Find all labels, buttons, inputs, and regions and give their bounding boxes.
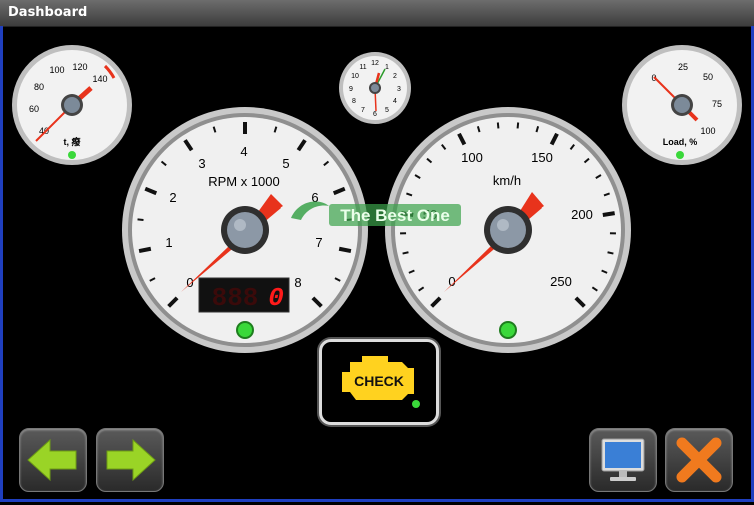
rpm-tick-label: 7 — [315, 235, 322, 250]
clock-hour-label: 11 — [359, 64, 366, 71]
clock-hour-label: 1 — [385, 64, 389, 71]
clock-hour-label: 8 — [352, 98, 356, 105]
clock-hour-label: 2 — [393, 73, 397, 80]
temp-tick-label: 40 — [39, 126, 49, 136]
rpm-tick-label: 2 — [169, 190, 176, 205]
temp-tick-label: 100 — [49, 65, 64, 75]
rpm-tick-label: 0 — [186, 275, 193, 290]
clock-hour-label: 9 — [349, 86, 353, 93]
temp-tick-label: 120 — [72, 62, 87, 72]
temp-tick-label: 60 — [29, 104, 39, 114]
speed-tick-label: 150 — [531, 150, 553, 165]
tick-mark — [138, 246, 152, 254]
monitor-icon — [601, 438, 645, 481]
load-tick-label: 25 — [678, 62, 688, 72]
tick-mark — [516, 122, 520, 129]
load-tick-label: 75 — [712, 99, 722, 109]
speed-gauge: 0 50 100 150 200 250 km/h — [384, 106, 632, 354]
rpm-gauge: 0 1 2 3 4 5 6 7 8 RPM x 1000 888 0 — [121, 106, 369, 354]
clock-hour-label: 12 — [371, 60, 379, 67]
tick-mark — [338, 246, 352, 254]
speed-unit-label: km/h — [493, 173, 521, 188]
left-arrow-icon — [27, 438, 77, 482]
rpm-digital-display: 0 — [268, 283, 284, 313]
close-button[interactable] — [665, 428, 733, 492]
rpm-tick-label: 4 — [240, 144, 247, 159]
clock-hour-label: 3 — [397, 86, 401, 93]
rpm-tick-label: 5 — [282, 156, 289, 171]
monitor-button[interactable] — [589, 428, 657, 492]
dashboard-window: Dashboard 40 60 80 100 120 140 t, 癈 12 1… — [0, 0, 754, 505]
speed-tick-label: 250 — [550, 274, 572, 289]
title-bar: Dashboard — [0, 0, 754, 27]
tick-mark — [602, 211, 615, 217]
temp-tick-label: 140 — [92, 74, 107, 84]
back-button[interactable] — [19, 428, 87, 492]
load-gauge: 0 25 50 75 100 Load, % — [621, 44, 743, 166]
rpm-unit-label: RPM x 1000 — [208, 174, 280, 189]
load-tick-label: 100 — [700, 126, 715, 136]
load-unit-label: Load, % — [663, 137, 698, 147]
clock-hour-label: 6 — [373, 111, 377, 118]
clock-hour-label: 4 — [393, 98, 397, 105]
check-engine-indicator: CHECK — [319, 339, 439, 425]
tick-mark — [496, 122, 500, 129]
rpm-tick-label: 3 — [198, 156, 205, 171]
rpm-digital-ghost: 888 — [212, 283, 259, 313]
tick-mark — [137, 218, 144, 221]
speed-tick-label: 100 — [461, 150, 483, 165]
window-title: Dashboard — [8, 5, 88, 20]
clock-hour-label: 10 — [351, 73, 359, 80]
close-x-icon — [676, 437, 722, 483]
check-engine-label: CHECK — [354, 373, 404, 389]
temp-unit-label: t, 癈 — [64, 136, 82, 147]
rpm-tick-label: 8 — [294, 275, 301, 290]
right-arrow-icon — [106, 438, 156, 482]
temp-tick-label: 80 — [34, 82, 44, 92]
load-tick-label: 50 — [703, 72, 713, 82]
watermark-logo: The Best One — [289, 196, 463, 228]
watermark-text: The Best One — [340, 206, 450, 225]
forward-button[interactable] — [96, 428, 164, 492]
speed-tick-label: 200 — [571, 207, 593, 222]
tick-mark — [607, 251, 614, 255]
temperature-gauge: 40 60 80 100 120 140 t, 癈 — [11, 44, 133, 166]
rpm-tick-label: 1 — [165, 235, 172, 250]
tick-mark — [402, 251, 409, 255]
